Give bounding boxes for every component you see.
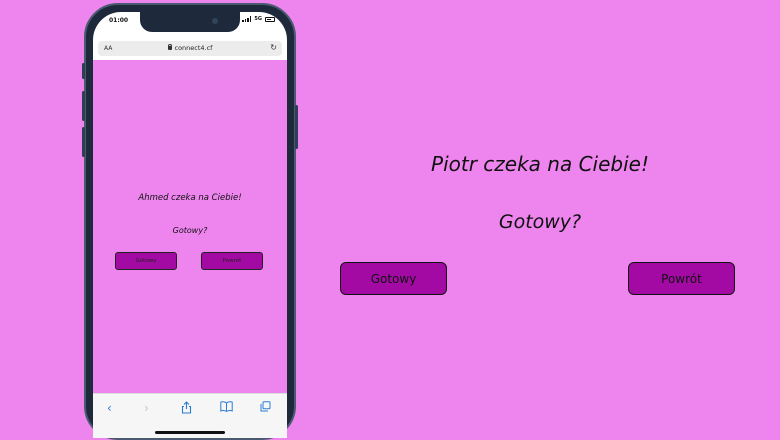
status-indicators: 5G xyxy=(242,16,275,22)
signal-icon xyxy=(242,16,252,22)
mobile-waiting-text: Ahmed czeka na Ciebie! xyxy=(138,193,242,203)
mobile-page: Ahmed czeka na Ciebie! Gotowy? Gotowy Po… xyxy=(93,60,287,394)
browser-toolbar: ‹ › xyxy=(93,393,287,438)
mobile-ready-prompt: Gotowy? xyxy=(172,226,208,235)
ready-button[interactable]: Gotowy xyxy=(340,262,447,295)
home-indicator xyxy=(155,431,225,434)
back-icon[interactable]: ‹ xyxy=(107,401,112,415)
status-time: 01:00 xyxy=(109,17,129,24)
forward-icon[interactable]: › xyxy=(144,401,149,415)
battery-icon xyxy=(265,16,275,22)
reload-icon[interactable]: ↻ xyxy=(270,43,277,52)
bookmarks-icon[interactable] xyxy=(220,401,233,415)
mobile-ready-button[interactable]: Gotowy xyxy=(115,252,177,270)
browser-address-bar[interactable]: AA connect4.cf ↻ xyxy=(98,41,282,56)
network-type: 5G xyxy=(254,16,262,22)
url-text: connect4.cf xyxy=(174,44,213,52)
lock-icon xyxy=(167,43,172,50)
ready-prompt: Gotowy? xyxy=(498,211,582,233)
phone-notch xyxy=(140,12,240,32)
url-display[interactable]: connect4.cf xyxy=(98,43,282,52)
mute-switch xyxy=(82,63,85,79)
phone-screen: 01:00 5G AA connect4.cf ↻ Ahmed czeka na… xyxy=(93,12,287,438)
volume-down-button xyxy=(82,127,85,157)
power-button xyxy=(295,105,298,149)
mobile-back-button[interactable]: Powrót xyxy=(201,252,263,270)
volume-up-button xyxy=(82,91,85,121)
tabs-icon[interactable] xyxy=(260,401,271,415)
camera-icon xyxy=(212,18,218,24)
phone-mockup: 01:00 5G AA connect4.cf ↻ Ahmed czeka na… xyxy=(82,3,298,440)
share-icon[interactable] xyxy=(181,401,192,417)
back-button[interactable]: Powrót xyxy=(628,262,735,295)
waiting-text: Piotr czeka na Ciebie! xyxy=(431,152,649,176)
